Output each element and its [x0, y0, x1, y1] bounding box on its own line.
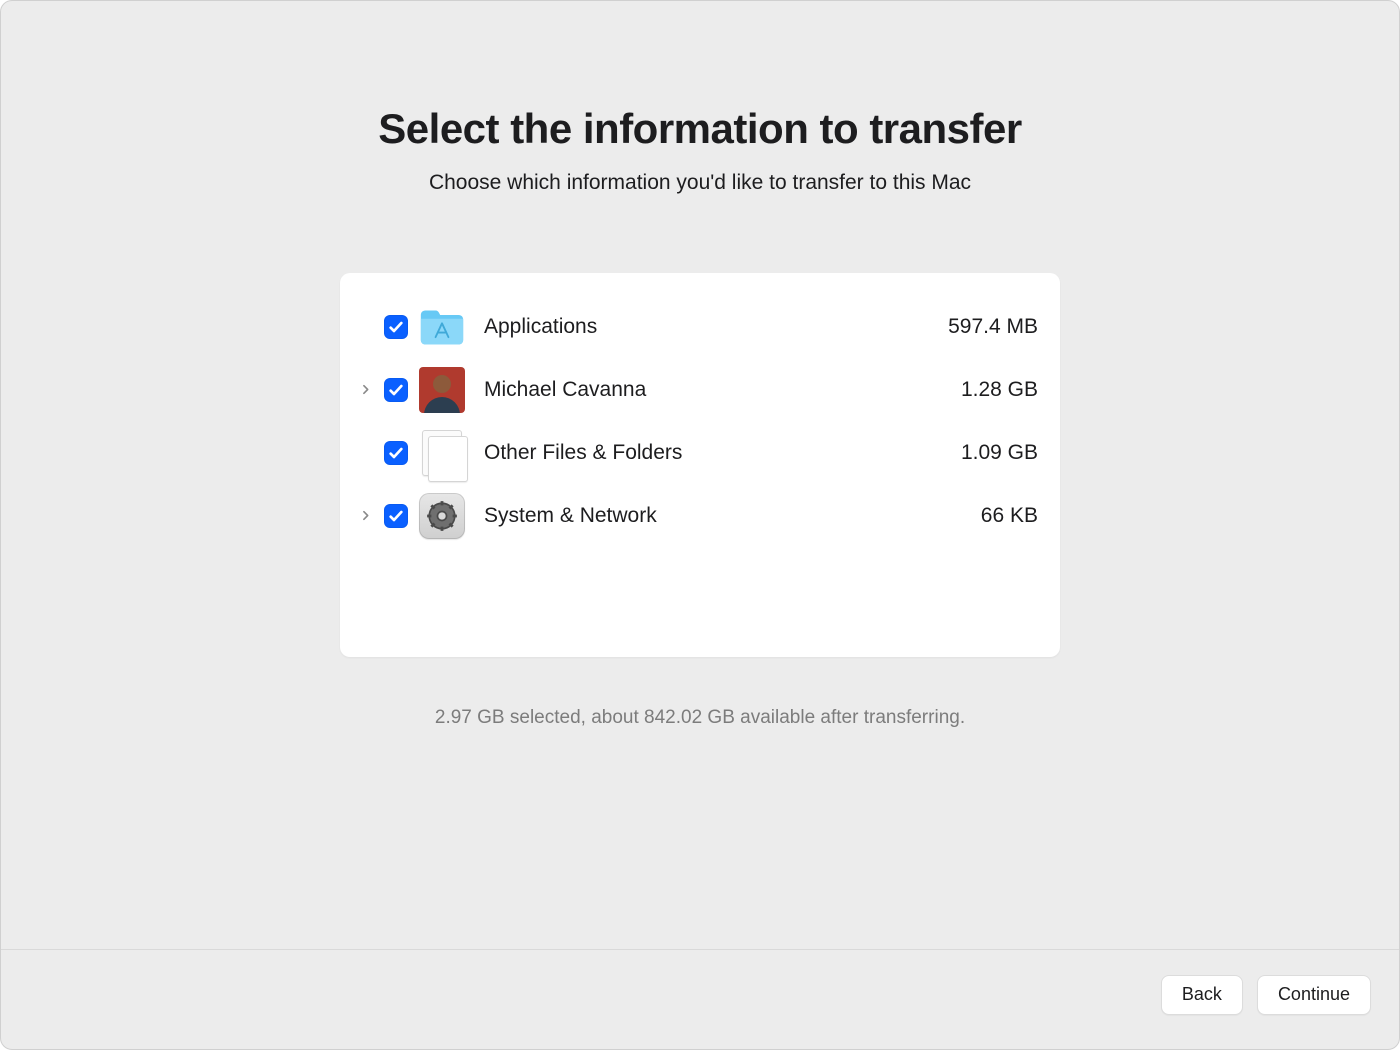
item-size: 1.28 GB — [908, 378, 1038, 402]
continue-button[interactable]: Continue — [1257, 975, 1371, 1015]
back-button[interactable]: Back — [1161, 975, 1243, 1015]
page-subtitle: Choose which information you'd like to t… — [429, 171, 971, 195]
checkmark-icon — [388, 508, 404, 524]
checkbox-system[interactable] — [384, 504, 408, 528]
checkmark-icon — [388, 445, 404, 461]
transfer-panel: Applications 597.4 MB — [340, 273, 1060, 657]
item-label: Michael Cavanna — [470, 378, 908, 402]
item-size: 66 KB — [908, 504, 1038, 528]
transfer-item-system[interactable]: System & Network 66 KB — [352, 484, 1038, 547]
item-size: 597.4 MB — [908, 315, 1038, 339]
settings-gear-icon — [419, 493, 465, 539]
chevron-right-icon[interactable] — [359, 509, 372, 522]
user-avatar-icon — [419, 367, 465, 413]
checkmark-icon — [388, 319, 404, 335]
summary-text: 2.97 GB selected, about 842.02 GB availa… — [435, 707, 965, 729]
migration-assistant-window: Select the information to transfer Choos… — [0, 0, 1400, 1050]
transfer-item-applications[interactable]: Applications 597.4 MB — [352, 295, 1038, 358]
document-stack-icon — [419, 430, 465, 476]
item-label: Applications — [470, 315, 908, 339]
footer-bar: Back Continue — [1, 949, 1399, 1049]
checkbox-other-files[interactable] — [384, 441, 408, 465]
content-area: Select the information to transfer Choos… — [1, 1, 1399, 949]
applications-folder-icon — [419, 304, 465, 350]
folder-icon — [419, 306, 465, 348]
transfer-item-user[interactable]: Michael Cavanna 1.28 GB — [352, 358, 1038, 421]
item-size: 1.09 GB — [908, 441, 1038, 465]
checkmark-icon — [388, 382, 404, 398]
page-title: Select the information to transfer — [378, 105, 1021, 153]
checkbox-user[interactable] — [384, 378, 408, 402]
item-label: Other Files & Folders — [470, 441, 908, 465]
checkbox-applications[interactable] — [384, 315, 408, 339]
item-label: System & Network — [470, 504, 908, 528]
chevron-right-icon[interactable] — [359, 383, 372, 396]
transfer-item-other-files[interactable]: Other Files & Folders 1.09 GB — [352, 421, 1038, 484]
